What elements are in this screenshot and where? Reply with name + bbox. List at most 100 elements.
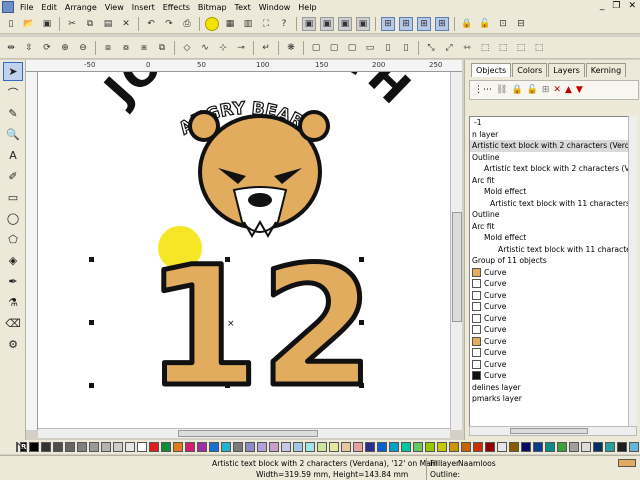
palette-swatch[interactable] xyxy=(425,442,436,452)
object-tree[interactable]: -1 n layer Artistic text block with 2 char… xyxy=(469,116,637,428)
palette-swatch[interactable] xyxy=(89,442,100,452)
tab-objects[interactable]: Objects xyxy=(471,63,512,77)
lock-icon[interactable]: 🔒 xyxy=(511,85,522,95)
selection-handle[interactable] xyxy=(225,383,230,388)
remove-node-icon[interactable]: ⊸ xyxy=(234,41,248,55)
object-tree-row[interactable]: Artistic text block with 11 characters (… xyxy=(470,198,636,210)
symbol-icon[interactable]: ❋ xyxy=(284,41,298,55)
delete-icon[interactable]: ✕ xyxy=(553,85,561,95)
selection-handle[interactable] xyxy=(225,257,230,262)
object-tree-row[interactable]: Arc fit xyxy=(470,175,636,187)
move-down-icon[interactable]: ▼ xyxy=(576,85,583,95)
object-tree-row[interactable]: Curve xyxy=(470,359,636,371)
eraser-tool-icon[interactable]: ⌫ xyxy=(3,314,23,333)
convert-curve-icon[interactable]: ∿ xyxy=(198,41,212,55)
status-fill-swatch[interactable] xyxy=(618,459,636,467)
palette-swatch[interactable] xyxy=(269,442,280,452)
move-up-icon[interactable]: ▲ xyxy=(565,85,572,95)
new-document-icon[interactable]: ▯ xyxy=(4,17,18,31)
selection-handle[interactable] xyxy=(359,383,364,388)
ungroup-icon[interactable]: ⊟ xyxy=(514,17,528,31)
weld-icon[interactable]: ⧈ xyxy=(101,41,115,55)
object-tree-row[interactable]: Curve xyxy=(470,324,636,336)
close-icon[interactable]: ✕ xyxy=(628,1,636,11)
text-tool-icon[interactable]: A xyxy=(3,146,23,165)
link-icon[interactable]: ⛓ xyxy=(496,85,507,95)
transform-icon[interactable]: ⤡ xyxy=(424,41,438,55)
size-icon[interactable]: ⬚ xyxy=(478,41,492,55)
print-icon[interactable]: ⎙ xyxy=(180,17,194,31)
palette-swatch[interactable] xyxy=(389,442,400,452)
palette-swatch[interactable] xyxy=(617,442,628,452)
object-tree-row[interactable]: n layer xyxy=(470,129,636,141)
canvas-vertical-scrollbar[interactable] xyxy=(450,72,462,430)
menu-view[interactable]: View xyxy=(101,3,128,12)
selection-handle[interactable] xyxy=(359,320,364,325)
props-icon[interactable]: ⊞ xyxy=(542,85,550,95)
palette-swatch[interactable] xyxy=(629,442,640,452)
position-icon[interactable]: ⬚ xyxy=(496,41,510,55)
align-left-icon[interactable]: ⊞ xyxy=(381,16,395,31)
object-tree-row[interactable]: Curve xyxy=(470,347,636,359)
shape-doc-icon[interactable]: ▯ xyxy=(399,41,413,55)
tree-icon[interactable]: ⋮⋯ xyxy=(474,85,492,95)
unlock-icon[interactable]: 🔓 xyxy=(478,17,492,31)
stack-icon[interactable]: ▥ xyxy=(241,17,255,31)
palette-swatch[interactable] xyxy=(293,442,304,452)
shape-box-icon[interactable]: ▢ xyxy=(345,41,359,55)
flip-horizontal-icon[interactable]: ⇹ xyxy=(4,41,18,55)
palette-swatch[interactable] xyxy=(305,442,316,452)
no-color-swatch[interactable] xyxy=(16,442,18,452)
to-back-icon[interactable]: ▣ xyxy=(320,16,334,31)
object-tree-vertical-scrollbar[interactable] xyxy=(628,116,637,428)
palette-swatch[interactable] xyxy=(377,442,388,452)
undo-icon[interactable]: ↶ xyxy=(144,17,158,31)
cut-icon[interactable]: ✂ xyxy=(65,17,79,31)
selection-handle[interactable] xyxy=(89,257,94,262)
palette-swatch[interactable] xyxy=(137,442,148,452)
palette-swatch[interactable] xyxy=(413,442,424,452)
mirror-icon[interactable]: ⇿ xyxy=(460,41,474,55)
flip-vertical-icon[interactable]: ⇳ xyxy=(22,41,36,55)
palette-swatch[interactable] xyxy=(209,442,220,452)
object-tree-horizontal-scrollbar[interactable] xyxy=(469,426,637,436)
forward-one-icon[interactable]: ▣ xyxy=(338,16,352,31)
tab-colors[interactable]: Colors xyxy=(512,63,548,77)
palette-swatch[interactable] xyxy=(557,442,568,452)
object-tree-row[interactable]: Artistic text block with 2 characters (V… xyxy=(470,140,636,152)
drawing-canvas[interactable]: JOHN SMITH ANGRY BEARS 12 xyxy=(38,72,462,430)
rectangle-tool-icon[interactable]: ▭ xyxy=(3,188,23,207)
object-tree-row[interactable]: Outline xyxy=(470,152,636,164)
object-tree-row[interactable]: Curve xyxy=(470,313,636,325)
fill-tool-icon[interactable]: ◈ xyxy=(3,251,23,270)
object-tree-row[interactable]: Mold effect xyxy=(470,186,636,198)
pick-tool-icon[interactable]: ➤ xyxy=(3,62,23,81)
grid-icon[interactable]: ▦ xyxy=(223,17,237,31)
fullscreen-icon[interactable]: ⛶ xyxy=(259,17,273,31)
palette-swatch[interactable] xyxy=(341,442,352,452)
interactive-tool-icon[interactable]: ⚙ xyxy=(3,335,23,354)
object-tree-row[interactable]: Artistic text block with 2 characters (V… xyxy=(470,163,636,175)
palette-swatch[interactable] xyxy=(197,442,208,452)
outline-pen-tool-icon[interactable]: ✒ xyxy=(3,272,23,291)
polygon-tool-icon[interactable]: ⬠ xyxy=(3,230,23,249)
redo-icon[interactable]: ↷ xyxy=(162,17,176,31)
palette-swatch[interactable] xyxy=(281,442,292,452)
palette-swatch[interactable] xyxy=(77,442,88,452)
palette-swatch[interactable] xyxy=(593,442,604,452)
freehand-tool-icon[interactable]: ✐ xyxy=(3,167,23,186)
tab-layers[interactable]: Layers xyxy=(548,63,585,77)
scroll-thumb[interactable] xyxy=(452,212,462,322)
object-tree-row[interactable]: delines layer xyxy=(470,382,636,394)
palette-swatch[interactable] xyxy=(485,442,496,452)
palette-swatch[interactable] xyxy=(449,442,460,452)
align-center-icon[interactable]: ⊞ xyxy=(399,16,413,31)
palette-swatch[interactable] xyxy=(125,442,136,452)
palette-swatch[interactable] xyxy=(545,442,556,452)
bear-mascot[interactable] xyxy=(188,110,330,239)
palette-swatch[interactable] xyxy=(365,442,376,452)
align-top-icon[interactable]: ⊞ xyxy=(435,16,449,31)
palette-swatch[interactable] xyxy=(473,442,484,452)
flatten-icon[interactable]: ⬚ xyxy=(532,41,546,55)
selection-handle[interactable] xyxy=(89,320,94,325)
